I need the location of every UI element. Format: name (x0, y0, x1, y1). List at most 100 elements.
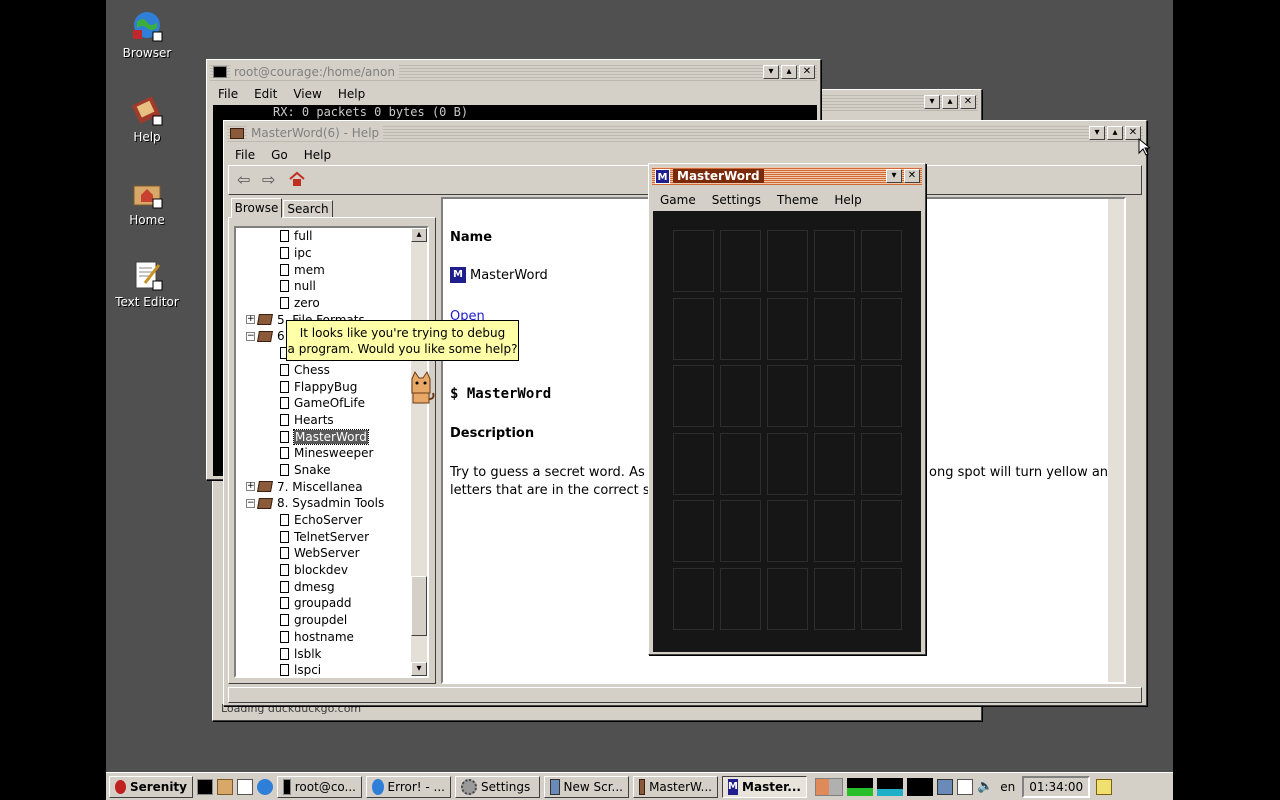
tree-item[interactable]: EchoServer (236, 512, 414, 529)
maximize-button[interactable]: ▴ (942, 95, 958, 109)
tree-item[interactable]: Snake (236, 462, 414, 479)
workspace-switcher-icon[interactable] (815, 777, 843, 796)
network-status-icon[interactable] (937, 778, 953, 795)
tree-item[interactable]: hostname (236, 629, 414, 646)
tree-item[interactable]: − 8. Sysadmin Tools (236, 495, 414, 512)
menu-file[interactable]: File (233, 147, 257, 163)
volume-icon[interactable]: 🔈 (977, 779, 993, 794)
desktop-icon-text-editor[interactable]: Text Editor (105, 259, 189, 309)
tree-item[interactable]: lsblk (236, 645, 414, 662)
taskbar-button-help[interactable]: MasterW... (633, 775, 718, 798)
taskbar-button-terminal[interactable]: root@co... (277, 775, 362, 798)
tree-item[interactable]: lspci (236, 662, 414, 676)
letter-cell (861, 230, 902, 292)
expand-icon[interactable]: + (246, 315, 255, 325)
minimize-button[interactable]: ▾ (924, 95, 940, 109)
tree-item-label: blockdev (294, 563, 348, 578)
menu-theme[interactable]: Theme (775, 192, 820, 208)
close-button[interactable]: ✕ (904, 169, 920, 183)
game-board[interactable] (653, 211, 921, 652)
notes-icon[interactable] (1096, 778, 1113, 795)
taskbar-button-browser[interactable]: Error! - ... (366, 775, 451, 798)
maximize-button[interactable]: ▴ (781, 65, 797, 79)
menu-settings[interactable]: Settings (710, 192, 763, 208)
tree-item[interactable]: WebServer (236, 545, 414, 562)
cat-assistant-icon[interactable] (404, 369, 436, 408)
tree-item[interactable]: blockdev (236, 562, 414, 579)
desktop-icon-help[interactable]: Help (105, 94, 189, 144)
menu-game[interactable]: Game (658, 192, 698, 208)
browser-titlebar[interactable]: ▾ ▴ ✕ (813, 93, 978, 111)
desktop-icon-browser[interactable]: Browser (105, 10, 189, 60)
tree-item[interactable]: Minesweeper (236, 445, 414, 462)
close-button[interactable]: ✕ (960, 95, 976, 109)
terminal-quicklaunch-icon[interactable] (197, 778, 213, 795)
scroll-up-arrow-icon[interactable]: ▴ (411, 228, 427, 242)
assistant-bubble[interactable]: It looks like you're trying to debug a p… (286, 320, 519, 361)
content-scrollbar[interactable] (1108, 199, 1124, 682)
description-text: letters that are in the correct sp (450, 483, 658, 498)
taskbar-button-masterword[interactable]: M Master... (722, 775, 807, 798)
minimize-button[interactable]: ▾ (886, 169, 902, 183)
file-manager-quicklaunch-icon[interactable] (217, 778, 233, 795)
tree-item[interactable]: groupadd (236, 595, 414, 612)
collapse-icon[interactable]: − (246, 498, 255, 508)
letter-cell (720, 567, 761, 630)
tree-item[interactable]: groupdel (236, 612, 414, 629)
minimize-button[interactable]: ▾ (1089, 126, 1105, 140)
tree-item-label: Chess (294, 362, 330, 377)
help-titlebar[interactable]: MasterWord(6) - Help ▾ ▴ ✕ (227, 124, 1143, 142)
tree-view[interactable]: fullipcmemnullzero+5. File Formats−6Ches… (234, 226, 429, 678)
close-button[interactable]: ✕ (799, 65, 815, 79)
tree-item[interactable]: Chess (236, 362, 414, 379)
tree-item[interactable]: full (236, 228, 414, 245)
tree-item[interactable]: ipc (236, 245, 414, 262)
taskbar-button-screenshot[interactable]: New Scr... (544, 775, 629, 798)
tree-item[interactable]: +7. Miscellanea (236, 478, 414, 495)
forward-arrow-icon[interactable]: ⇨ (262, 170, 275, 189)
menu-help[interactable]: Help (302, 147, 333, 163)
keymap-indicator[interactable]: en (997, 780, 1018, 794)
scroll-down-arrow-icon[interactable]: ▾ (411, 662, 427, 676)
tree-item-label: MasterWord (293, 428, 369, 445)
expand-icon[interactable]: + (246, 482, 255, 492)
text-editor-quicklaunch-icon[interactable] (237, 778, 253, 795)
masterword-window[interactable]: M MasterWord ▾ ✕ Game Settings Theme Hel… (648, 163, 926, 655)
tree-item[interactable]: zero (236, 295, 414, 312)
desktop-icon-home[interactable]: Home (105, 177, 189, 227)
tree-item[interactable]: GameOfLife (236, 395, 414, 412)
maximize-button[interactable]: ▴ (1107, 126, 1123, 140)
tree-item[interactable]: FlappyBug (236, 378, 414, 395)
terminal-titlebar[interactable]: root@courage:/home/anon ▾ ▴ ✕ (210, 63, 817, 81)
menu-help[interactable]: Help (336, 86, 367, 102)
menu-help[interactable]: Help (832, 192, 863, 208)
menu-view[interactable]: View (291, 86, 323, 102)
terminal-line: RX: 0 packets 0 bytes (0 B) (273, 105, 469, 119)
collapse-icon[interactable]: − (246, 331, 255, 341)
tree-item[interactable]: null (236, 278, 414, 295)
tree-item[interactable]: mem (236, 261, 414, 278)
back-arrow-icon[interactable]: ⇦ (237, 170, 250, 189)
minimize-button[interactable]: ▾ (763, 65, 779, 79)
home-icon[interactable] (289, 171, 305, 190)
letter-cell (720, 297, 761, 360)
tab-browse[interactable]: Browse (231, 198, 282, 218)
browser-quicklaunch-icon[interactable] (257, 778, 273, 795)
tree-scrollbar[interactable]: ▴ ▾ (411, 228, 427, 676)
start-button[interactable]: Serenity (109, 775, 193, 798)
clock[interactable]: 01:34:00 (1022, 775, 1091, 798)
scroll-thumb[interactable] (411, 576, 427, 636)
clipboard-icon[interactable] (957, 778, 973, 795)
masterword-titlebar[interactable]: M MasterWord ▾ ✕ (652, 167, 922, 185)
tree-item[interactable]: MasterWord (236, 428, 414, 445)
menu-edit[interactable]: Edit (252, 86, 279, 102)
menu-go[interactable]: Go (269, 147, 290, 163)
tree-item[interactable]: dmesg (236, 578, 414, 595)
letter-cell (814, 297, 855, 360)
tree-item[interactable]: TelnetServer (236, 528, 414, 545)
taskbar-button-settings[interactable]: Settings (455, 775, 540, 798)
tree-item[interactable]: Hearts (236, 412, 414, 429)
tab-search[interactable]: Search (283, 200, 333, 218)
letter-cell (767, 500, 808, 562)
menu-file[interactable]: File (216, 86, 240, 102)
